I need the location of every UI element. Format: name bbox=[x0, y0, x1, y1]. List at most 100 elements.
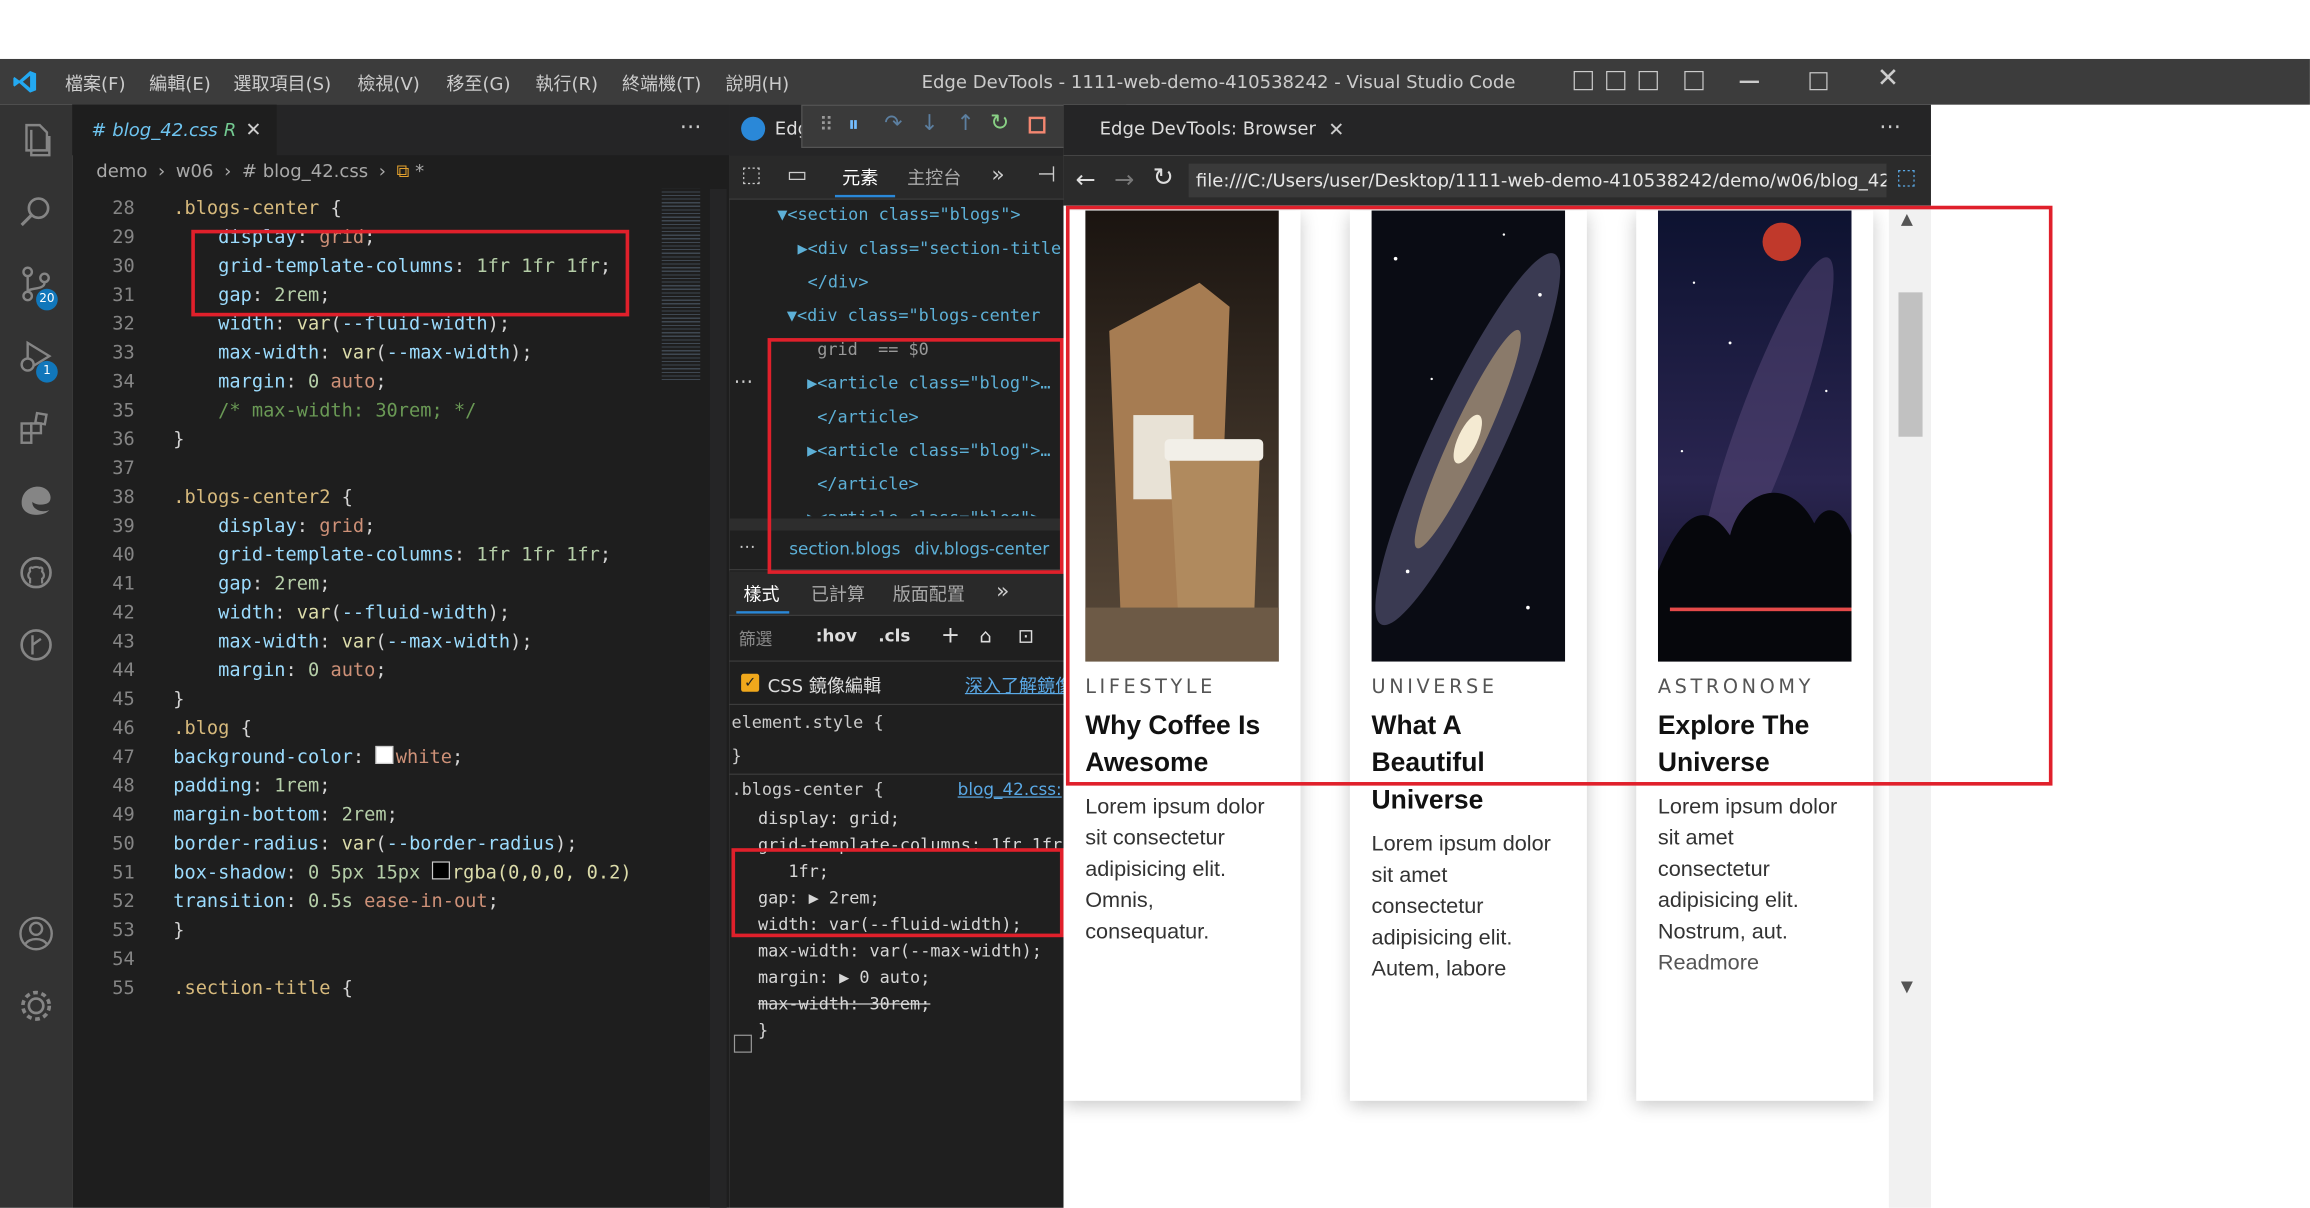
element-style-rule[interactable]: element.style { bbox=[731, 713, 883, 732]
dock-icon[interactable]: ⊣ bbox=[1037, 162, 1056, 187]
breadcrumb-item[interactable]: w06 bbox=[176, 160, 214, 182]
tab-elements[interactable]: 元素 bbox=[842, 165, 878, 190]
menu-help[interactable]: 說明(H) bbox=[725, 71, 789, 96]
css-declaration[interactable]: max-width: 30rem; bbox=[758, 995, 930, 1014]
close-window-icon[interactable]: ✕ bbox=[1877, 64, 1899, 94]
account-icon[interactable] bbox=[16, 913, 57, 954]
read-more-link[interactable]: Readmore bbox=[1658, 947, 1850, 978]
code-text: .blogs-center { bbox=[173, 197, 342, 219]
restore-icon[interactable] bbox=[1809, 72, 1828, 91]
breadcrumb-item[interactable]: demo bbox=[96, 160, 147, 182]
active-styles-indicator bbox=[736, 611, 790, 614]
tab-layout[interactable]: 版面配置 bbox=[893, 581, 965, 606]
device-emulation-icon[interactable]: ▭ bbox=[787, 162, 807, 187]
drag-handle-icon[interactable]: ⠿ bbox=[819, 113, 833, 136]
minimap[interactable] bbox=[661, 188, 701, 382]
css-declaration[interactable]: margin: ▶ 0 auto; bbox=[758, 968, 930, 987]
editor-scrollbar[interactable] bbox=[709, 188, 727, 1208]
line-number: 40 bbox=[112, 543, 135, 566]
git-graph-icon[interactable] bbox=[16, 624, 57, 665]
inspect-page-icon[interactable]: ⬚ bbox=[1896, 165, 1916, 190]
dom-more-icon[interactable]: ⋯ bbox=[734, 369, 753, 392]
forward-icon[interactable]: → bbox=[1114, 165, 1134, 194]
dom-node[interactable]: </div> bbox=[777, 273, 869, 292]
toggle-secondary-sidebar-icon[interactable] bbox=[1638, 70, 1658, 91]
reload-icon[interactable]: ↻ bbox=[1153, 162, 1174, 191]
more-actions-icon[interactable]: ⋯ bbox=[680, 114, 702, 139]
code-text: margin-bottom: 2rem; bbox=[173, 803, 398, 826]
explorer-icon[interactable] bbox=[16, 119, 57, 160]
new-rule-icon[interactable]: + bbox=[941, 622, 960, 648]
dom-node[interactable]: ▼<div class="blogs-center bbox=[787, 307, 1041, 326]
menu-file[interactable]: 檔案(F) bbox=[65, 71, 126, 96]
styles-filter-input[interactable]: 篩選 bbox=[739, 627, 773, 651]
tab-styles[interactable]: 樣式 bbox=[744, 581, 780, 606]
code-text: display: grid; bbox=[173, 514, 376, 537]
card-description: Lorem ipsum dolor sit amet consectetur a… bbox=[1371, 831, 1551, 981]
css-declaration[interactable]: display: grid; bbox=[758, 810, 900, 829]
menu-view[interactable]: 檢視(V) bbox=[357, 71, 420, 96]
restart-icon[interactable]: ↻ bbox=[990, 109, 1009, 135]
mirror-checkbox[interactable]: ✓ bbox=[741, 673, 760, 692]
breadcrumb-item[interactable]: # blog_42.css bbox=[242, 160, 368, 182]
manage-gear-icon[interactable] bbox=[16, 985, 57, 1026]
declaration-checkbox[interactable] bbox=[733, 1034, 752, 1053]
more-tabs-icon[interactable]: » bbox=[991, 162, 1004, 187]
browser-more-icon[interactable]: ⋯ bbox=[1879, 114, 1901, 139]
step-out-icon[interactable]: ↑ bbox=[956, 111, 974, 136]
code-text: } bbox=[173, 428, 185, 450]
step-into-icon[interactable]: ↓ bbox=[920, 111, 938, 136]
hov-toggle[interactable]: :hov bbox=[816, 627, 857, 646]
stop-icon[interactable] bbox=[1028, 116, 1046, 134]
customize-layout-icon[interactable] bbox=[1684, 70, 1704, 91]
dom-node[interactable]: ▶<div class="section-title bbox=[777, 239, 1061, 258]
menu-run[interactable]: 執行(R) bbox=[535, 71, 598, 96]
rule-divider bbox=[729, 773, 1064, 775]
toggle-sidebar-icon[interactable] bbox=[1573, 70, 1593, 91]
code-view[interactable]: 28 .blogs-center {29 display: grid; 30 gri… bbox=[72, 194, 649, 1208]
browser-tab-label[interactable]: Edge DevTools: Browser bbox=[1100, 118, 1316, 140]
line-number: 32 bbox=[112, 312, 135, 335]
line-number: 50 bbox=[112, 832, 135, 855]
line-number: 38 bbox=[112, 486, 135, 508]
css-declaration[interactable]: } bbox=[758, 1021, 768, 1040]
menu-edit[interactable]: 編輯(E) bbox=[149, 71, 211, 96]
css-declaration[interactable]: max-width: var(--max-width); bbox=[758, 942, 1042, 961]
tab-computed[interactable]: 已計算 bbox=[811, 581, 865, 606]
editor-tab-blog-css[interactable]: # blog_42.css R ✕ bbox=[72, 104, 277, 156]
step-over-icon[interactable]: ↷ bbox=[884, 111, 902, 136]
card-description: Lorem ipsum dolor sit amet consectetur a… bbox=[1657, 794, 1838, 944]
extensions-icon[interactable] bbox=[16, 408, 57, 449]
color-swatch-icon[interactable] bbox=[375, 745, 394, 764]
format-painter-icon[interactable]: ⌂ bbox=[979, 624, 991, 647]
close-tab-icon[interactable]: ✕ bbox=[245, 118, 261, 141]
code-text: .blog { bbox=[173, 717, 252, 739]
menu-terminal[interactable]: 終端機(T) bbox=[622, 71, 701, 96]
close-browser-tab-icon[interactable]: ✕ bbox=[1328, 118, 1344, 141]
github-icon[interactable] bbox=[16, 552, 57, 593]
edge-icon[interactable] bbox=[16, 480, 57, 521]
color-swatch-icon[interactable] bbox=[431, 861, 450, 880]
tab-console[interactable]: 主控台 bbox=[907, 165, 961, 190]
toggle-sidebar-pane-icon[interactable]: ⊡ bbox=[1018, 624, 1034, 647]
cls-toggle[interactable]: .cls bbox=[878, 627, 910, 646]
back-icon[interactable]: ← bbox=[1076, 165, 1096, 194]
minimize-icon[interactable] bbox=[1739, 80, 1759, 83]
search-icon[interactable] bbox=[16, 191, 57, 232]
css-mirror-row: ✓ CSS 鏡像編輯 深入了解鏡像編 bbox=[729, 663, 1091, 706]
rule-selector[interactable]: .blogs-center { bbox=[731, 781, 883, 800]
menu-go[interactable]: 移至(G) bbox=[446, 71, 510, 96]
pause-icon[interactable]: ⏸ bbox=[848, 112, 859, 137]
inspect-icon[interactable]: ⬚ bbox=[741, 162, 761, 187]
toggle-panel-icon[interactable] bbox=[1606, 70, 1626, 91]
code-text: background-color: white; bbox=[173, 745, 464, 768]
rule-source-link[interactable]: blog_42.css: bbox=[958, 781, 1062, 800]
editor-tab-flag: R bbox=[223, 119, 237, 141]
address-bar[interactable]: file:///C:/Users/user/Desktop/1111-web-d… bbox=[1188, 163, 1887, 198]
more-style-tabs-icon[interactable]: » bbox=[996, 579, 1009, 604]
menu-selection[interactable]: 選取項目(S) bbox=[233, 71, 331, 96]
code-text: /* max-width: 30rem; */ bbox=[173, 399, 477, 422]
breadcrumb-item[interactable]: * bbox=[415, 160, 424, 182]
line-number: 48 bbox=[112, 774, 135, 797]
dom-node[interactable]: ▼<section class="blogs"> bbox=[777, 206, 1020, 225]
